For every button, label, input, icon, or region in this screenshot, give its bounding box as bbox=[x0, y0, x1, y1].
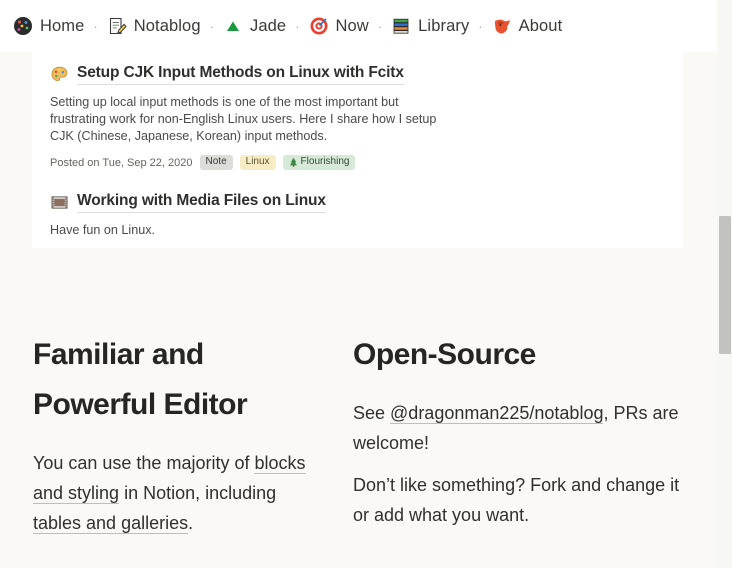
nav-item-label: Library bbox=[418, 17, 469, 36]
feature-body: You can use the majority of blocks and s… bbox=[33, 448, 323, 538]
nav-item-about[interactable]: About bbox=[489, 16, 566, 36]
feature-body-text: . bbox=[188, 513, 193, 533]
post-item: Setup CJK Input Methods on Linux with Fc… bbox=[32, 52, 683, 170]
features-section: Familiar and Powerful Editor You can use… bbox=[33, 330, 693, 538]
feature-title: Familiar and Powerful Editor bbox=[33, 330, 323, 430]
post-tag-linux[interactable]: Linux bbox=[240, 155, 276, 170]
fox-icon bbox=[492, 16, 512, 36]
nav-item-label: Now bbox=[336, 17, 369, 36]
feature-body-secondary: Don’t like something? Fork and change it… bbox=[353, 470, 693, 530]
nav-separator: · bbox=[204, 19, 220, 34]
repository-link[interactable]: @dragonman225/notablog bbox=[390, 403, 603, 424]
nav-item-library[interactable]: Library bbox=[388, 16, 472, 36]
post-excerpt: Setting up local input methods is one of… bbox=[50, 94, 450, 145]
tables-and-galleries-link[interactable]: tables and galleries bbox=[33, 513, 188, 534]
feature-body-text: You can use the majority of bbox=[33, 453, 254, 473]
feature-body: See @dragonman225/notablog, PRs are welc… bbox=[353, 398, 693, 458]
nav-item-label: Jade bbox=[250, 17, 286, 36]
confetti-ball-icon bbox=[13, 16, 33, 36]
nav-item-now[interactable]: Now bbox=[306, 16, 372, 36]
nav-separator: · bbox=[87, 19, 103, 34]
feature-title: Open-Source bbox=[353, 330, 693, 380]
post-tag-flourishing[interactable]: Flourishing bbox=[283, 155, 356, 170]
post-list-card: Setup CJK Input Methods on Linux with Fc… bbox=[32, 52, 683, 248]
nav-separator: · bbox=[372, 19, 388, 34]
dart-target-icon bbox=[309, 16, 329, 36]
nav-item-label: Notablog bbox=[134, 17, 201, 36]
books-icon bbox=[391, 16, 411, 36]
memo-pencil-icon bbox=[107, 16, 127, 36]
artist-palette-icon bbox=[50, 65, 69, 84]
vertical-scrollbar-thumb[interactable] bbox=[719, 216, 731, 354]
vertical-scrollbar-track[interactable] bbox=[717, 0, 732, 568]
page-root: Home · Notablog · Jade · bbox=[0, 0, 732, 568]
nav-separator: · bbox=[289, 19, 305, 34]
post-header: Setup CJK Input Methods on Linux with Fc… bbox=[50, 64, 665, 85]
feature-column-open-source: Open-Source See @dragonman225/notablog, … bbox=[353, 330, 693, 538]
top-navigation-bar: Home · Notablog · Jade · bbox=[0, 0, 717, 52]
nav-item-home[interactable]: Home bbox=[10, 16, 87, 36]
post-header: Working with Media Files on Linux bbox=[50, 192, 665, 213]
post-meta: Posted on Tue, Sep 22, 2020 Note Linux F… bbox=[50, 155, 665, 170]
feature-body-text: in Notion, including bbox=[119, 483, 276, 503]
nav-separator: · bbox=[472, 19, 488, 34]
post-tag-label: Flourishing bbox=[301, 157, 350, 167]
film-frames-icon bbox=[50, 193, 69, 212]
feature-body-text: See bbox=[353, 403, 390, 423]
post-excerpt: Have fun on Linux. bbox=[50, 222, 450, 239]
post-tag-note[interactable]: Note bbox=[200, 155, 233, 170]
post-title-link[interactable]: Setup CJK Input Methods on Linux with Fc… bbox=[77, 64, 404, 85]
nav-item-label: About bbox=[519, 17, 563, 36]
nav-item-label: Home bbox=[40, 17, 84, 36]
post-item: Working with Media Files on Linux Have f… bbox=[32, 170, 683, 248]
nav-item-notablog[interactable]: Notablog bbox=[104, 16, 204, 36]
post-date: Posted on Tue, Sep 22, 2020 bbox=[50, 157, 193, 169]
green-triangle-icon bbox=[223, 16, 243, 36]
nav-item-jade[interactable]: Jade bbox=[220, 16, 289, 36]
feature-column-editor: Familiar and Powerful Editor You can use… bbox=[33, 330, 323, 538]
evergreen-tree-icon bbox=[289, 157, 298, 167]
post-title-link[interactable]: Working with Media Files on Linux bbox=[77, 192, 326, 213]
